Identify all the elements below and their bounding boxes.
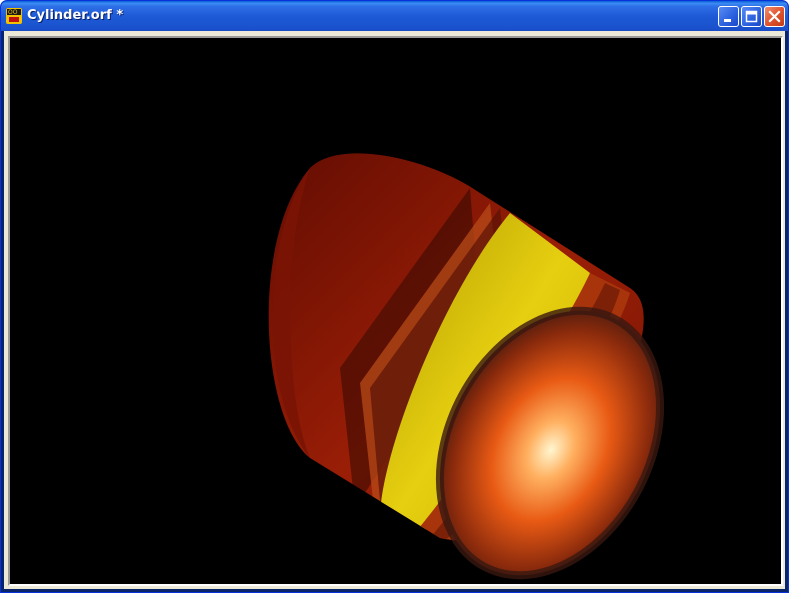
close-icon bbox=[768, 10, 781, 23]
maximize-button[interactable] bbox=[741, 6, 762, 27]
title-bar[interactable]: OO Cylinder.orf * bbox=[1, 1, 788, 31]
minimize-button[interactable] bbox=[718, 6, 739, 27]
app-window: OO Cylinder.orf * bbox=[0, 0, 789, 593]
maximize-icon bbox=[745, 10, 758, 23]
close-button[interactable] bbox=[764, 6, 785, 27]
minimize-icon bbox=[724, 19, 731, 22]
app-logo-icon[interactable]: OO bbox=[6, 8, 22, 24]
cylinder-render[interactable] bbox=[10, 38, 783, 586]
window-frame bbox=[4, 31, 785, 589]
render-viewport[interactable] bbox=[8, 36, 783, 586]
window-title: Cylinder.orf * bbox=[27, 8, 124, 23]
svg-text:OO: OO bbox=[8, 9, 18, 16]
